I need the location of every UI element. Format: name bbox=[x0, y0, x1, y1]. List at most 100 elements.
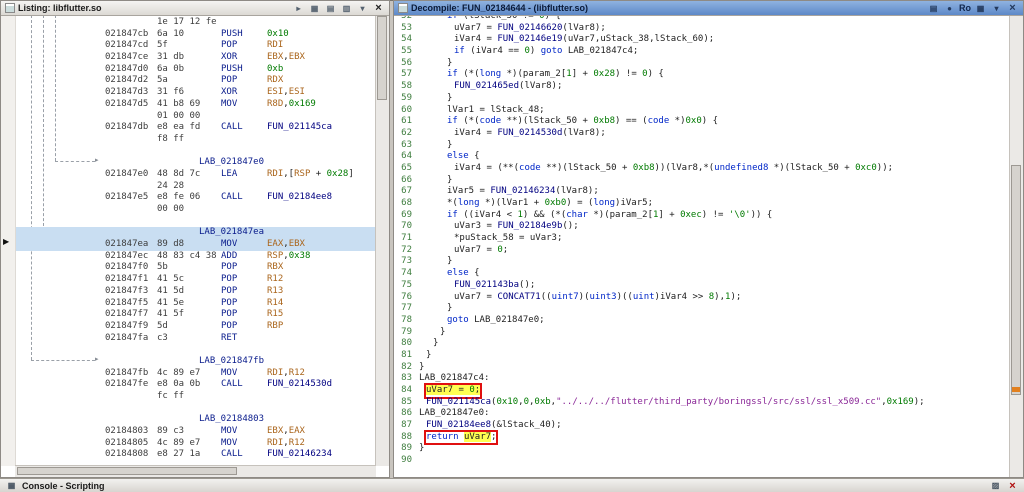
code-token[interactable]: EBX bbox=[267, 52, 283, 62]
code-token[interactable]: long bbox=[480, 69, 502, 79]
code-token[interactable]: lVar8 bbox=[568, 128, 595, 138]
code-token[interactable]: } bbox=[419, 443, 424, 453]
code-token[interactable]: } bbox=[447, 140, 452, 150]
address[interactable]: 021847fb bbox=[105, 368, 157, 380]
listing-row[interactable]: 021847d2 5a POP RDX bbox=[1, 75, 376, 87]
code-token[interactable]: FUN_02146234 bbox=[267, 449, 332, 459]
address[interactable]: 02184805 bbox=[105, 438, 157, 450]
chevron-down-icon[interactable]: ▾ bbox=[990, 2, 1003, 15]
listing-label-row[interactable]: LAB_021847e0 bbox=[1, 157, 376, 169]
listing-row[interactable]: 24 28 bbox=[1, 181, 376, 193]
code-line-77[interactable]: 77} bbox=[397, 303, 1010, 315]
code-token[interactable]: LAB_021847c4: bbox=[419, 373, 489, 383]
listing-row[interactable]: 021847fa c3 RET bbox=[1, 333, 376, 345]
bytes[interactable]: 41 5c bbox=[157, 274, 221, 286]
statement[interactable]: if (*(code **)(lStack_50 + 0xb8) == (cod… bbox=[447, 116, 718, 128]
code-token[interactable]: R8D bbox=[267, 99, 283, 109]
code-token[interactable]: lStack_40 bbox=[502, 420, 551, 430]
listing-row[interactable]: 021847ce 31 db XOR EBX,EBX bbox=[1, 52, 376, 64]
code-token[interactable]: *)( bbox=[768, 163, 790, 173]
statement[interactable]: iVar4 = FUN_0214530d(lVar8); bbox=[454, 128, 606, 140]
code-token[interactable]: lVar1 bbox=[501, 198, 528, 208]
code-token[interactable]: param_2 bbox=[610, 210, 648, 220]
code-line-83[interactable]: 83 LAB_021847c4: bbox=[397, 373, 1010, 385]
code-token[interactable]: lVar1 bbox=[447, 105, 474, 115]
mnemonic[interactable]: MOV bbox=[221, 99, 267, 111]
code-token[interactable]: } bbox=[433, 338, 438, 348]
listing-row[interactable]: 021847e0 48 8d 7c LEA RDI,[RSP + 0x28] bbox=[1, 169, 376, 181]
code-token[interactable]: if bbox=[454, 46, 465, 56]
code-token[interactable]: 0x38 bbox=[289, 251, 311, 261]
code-token[interactable]: ), bbox=[714, 292, 725, 302]
code-token[interactable]: uVar7 bbox=[454, 292, 481, 302]
code-token[interactable]: = bbox=[481, 292, 497, 302]
code-token[interactable]: RSP bbox=[294, 169, 310, 179]
listing-row[interactable]: f8 ff bbox=[1, 134, 376, 146]
code-token[interactable]: FUN_021145ca bbox=[426, 397, 491, 407]
mnemonic[interactable]: POP bbox=[221, 309, 267, 321]
code-token[interactable]: (( bbox=[541, 292, 552, 302]
code-token[interactable]: ,*( bbox=[698, 163, 714, 173]
address[interactable] bbox=[105, 134, 157, 146]
code-line-75[interactable]: 75 FUN_021143ba(); bbox=[397, 280, 1010, 292]
code-token[interactable]: else bbox=[447, 268, 469, 278]
statement[interactable]: *(long *)(lVar1 + 0xb0) = (long)iVar5; bbox=[447, 198, 653, 210]
code-token[interactable]: lStack_50 bbox=[568, 163, 617, 173]
code-token[interactable]: ; bbox=[633, 46, 638, 56]
code-token[interactable]: uVar7 bbox=[454, 245, 481, 255]
address-label[interactable]: LAB_021847ea bbox=[199, 227, 264, 239]
mnemonic[interactable]: PUSH bbox=[221, 29, 267, 41]
code-token[interactable]: "../../../flutter/third_party/boringssl/… bbox=[556, 397, 881, 407]
bytes[interactable]: 24 28 bbox=[157, 181, 221, 193]
bytes[interactable]: 41 5f bbox=[157, 309, 221, 321]
bytes[interactable]: 41 b8 69 bbox=[157, 99, 221, 111]
code-token[interactable]: 0xb bbox=[267, 64, 283, 74]
code-token[interactable]: uVar3 bbox=[530, 233, 557, 243]
mnemonic[interactable] bbox=[221, 391, 267, 403]
bytes[interactable]: 89 d8 bbox=[157, 239, 221, 251]
code-token[interactable]: (( bbox=[458, 210, 474, 220]
address[interactable]: 021847ec bbox=[105, 251, 157, 263]
code-line-71[interactable]: 71 *puStack_58 = uVar3; bbox=[397, 233, 1010, 245]
code-token[interactable]: code bbox=[480, 116, 502, 126]
operand[interactable]: FUN_02184ee8 bbox=[267, 192, 332, 204]
code-token[interactable]: = bbox=[453, 385, 470, 395]
code-line-74[interactable]: 74 else { bbox=[397, 268, 1010, 280]
statement[interactable]: } bbox=[447, 140, 452, 152]
listing-label-row[interactable]: LAB_021847ea bbox=[1, 227, 376, 240]
bytes[interactable]: 89 c3 bbox=[157, 426, 221, 438]
code-token[interactable]: 0x10 bbox=[496, 397, 518, 407]
code-token[interactable]: = bbox=[474, 105, 490, 115]
address[interactable] bbox=[105, 391, 157, 403]
code-token[interactable]: ); bbox=[595, 128, 606, 138]
code-token[interactable]: return bbox=[426, 432, 459, 442]
address[interactable]: 021847f9 bbox=[105, 321, 157, 333]
code-line-72[interactable]: 72 uVar7 = 0; bbox=[397, 245, 1010, 257]
address[interactable]: 021847f0 bbox=[105, 262, 157, 274]
code-token[interactable]: 0x169 bbox=[887, 397, 914, 407]
code-token[interactable]: 0xb8 bbox=[633, 163, 655, 173]
operand[interactable]: R12 bbox=[267, 274, 283, 286]
code-token[interactable]: RSP bbox=[267, 251, 283, 261]
annotated-statement[interactable]: return uVar7; bbox=[423, 429, 499, 446]
code-token[interactable]: == bbox=[503, 46, 525, 56]
bytes[interactable]: f8 ff bbox=[157, 134, 221, 146]
address[interactable]: 021847db bbox=[105, 122, 157, 134]
code-token[interactable]: = (**( bbox=[481, 163, 520, 173]
code-token[interactable]: = bbox=[481, 34, 497, 44]
code-token[interactable]: } bbox=[426, 350, 431, 360]
code-line-88[interactable]: 88 return uVar7; bbox=[397, 429, 1010, 446]
code-token[interactable]: code bbox=[519, 163, 541, 173]
edit-icon[interactable]: ▨ bbox=[989, 479, 1002, 492]
code-line-90[interactable]: 90 bbox=[397, 455, 1010, 467]
code-token[interactable]: *)( bbox=[480, 198, 501, 208]
code-token[interactable]: } bbox=[447, 93, 452, 103]
code-token[interactable]: ) { bbox=[648, 69, 664, 79]
listing-row[interactable]: 00 00 bbox=[1, 204, 376, 216]
code-token[interactable]: iVar4 bbox=[454, 34, 481, 44]
statement[interactable]: else { bbox=[447, 151, 480, 163]
code-line-61[interactable]: 61 if (*(code **)(lStack_50 + 0xb8) == (c… bbox=[397, 116, 1010, 128]
bytes[interactable]: 5b bbox=[157, 262, 221, 274]
address[interactable]: 021847cd bbox=[105, 40, 157, 52]
code-line-58[interactable]: 58 FUN_021465ed(lVar8); bbox=[397, 81, 1010, 93]
